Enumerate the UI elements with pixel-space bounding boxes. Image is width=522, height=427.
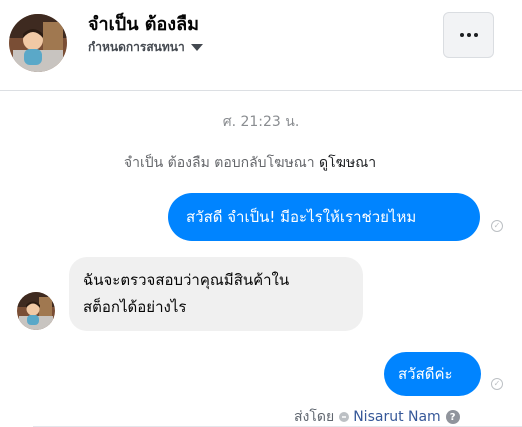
contact-name[interactable]: จำเป็น ต้องลืม (88, 9, 199, 38)
more-options-button[interactable] (443, 12, 494, 58)
conversation-header: จำเป็น ต้องลืม กำหนดการสนทนา (0, 0, 522, 91)
manage-conversation-dropdown[interactable]: กำหนดการสนทนา (88, 38, 203, 57)
outgoing-message[interactable]: สวัสดีค่ะ (384, 352, 481, 396)
message-thread: ศ. 21:23 น. จำเป็น ต้องลืม ตอบกลับโฆษณา … (0, 91, 522, 427)
help-icon[interactable]: ? (445, 410, 460, 424)
sent-check-icon: ✓ (491, 220, 503, 232)
incoming-message[interactable]: ฉันจะตรวจสอบว่าคุณมีสินค้าใน สต็อกได้อย่… (69, 257, 363, 331)
sent-status-icon (339, 412, 350, 422)
messenger-conversation: จำเป็น ต้องลืม กำหนดการสนทนา ศ. 21:23 น.… (0, 0, 522, 427)
sender-avatar-image (17, 292, 55, 330)
view-ad-link[interactable]: ดูโฆษณา (319, 155, 376, 171)
ad-reply-notice: จำเป็น ต้องลืม ตอบกลับโฆษณา ดูโฆษณา (0, 152, 500, 174)
sent-by-label: ส่งโดย (294, 409, 335, 425)
message-text: สวัสดี จำเป็น! มีอะไรให้เราช่วยไหม (186, 208, 417, 226)
more-dots-icon (459, 33, 478, 37)
message-text: สวัสดีค่ะ (398, 365, 453, 383)
caret-down-icon[interactable] (190, 44, 203, 51)
message-text-line-1: ฉันจะตรวจสอบว่าคุณมีสินค้าใน (83, 271, 290, 289)
manage-conversation-label[interactable]: กำหนดการสนทนา (88, 38, 185, 57)
contact-avatar-image (9, 14, 67, 72)
ad-reply-text: จำเป็น ต้องลืม ตอบกลับโฆษณา (123, 155, 315, 171)
contact-avatar[interactable] (9, 14, 67, 72)
message-timestamp: ศ. 21:23 น. (222, 114, 300, 130)
sender-avatar[interactable] (17, 292, 55, 330)
sent-by-row: ส่งโดย Nisarut Nam ? (294, 406, 460, 427)
message-text-line-2: สต็อกได้อย่างไร (83, 298, 187, 316)
outgoing-message[interactable]: สวัสดี จำเป็น! มีอะไรให้เราช่วยไหม (168, 193, 480, 241)
sent-check-icon: ✓ (491, 378, 503, 390)
sender-name-link[interactable]: Nisarut Nam (353, 409, 441, 425)
